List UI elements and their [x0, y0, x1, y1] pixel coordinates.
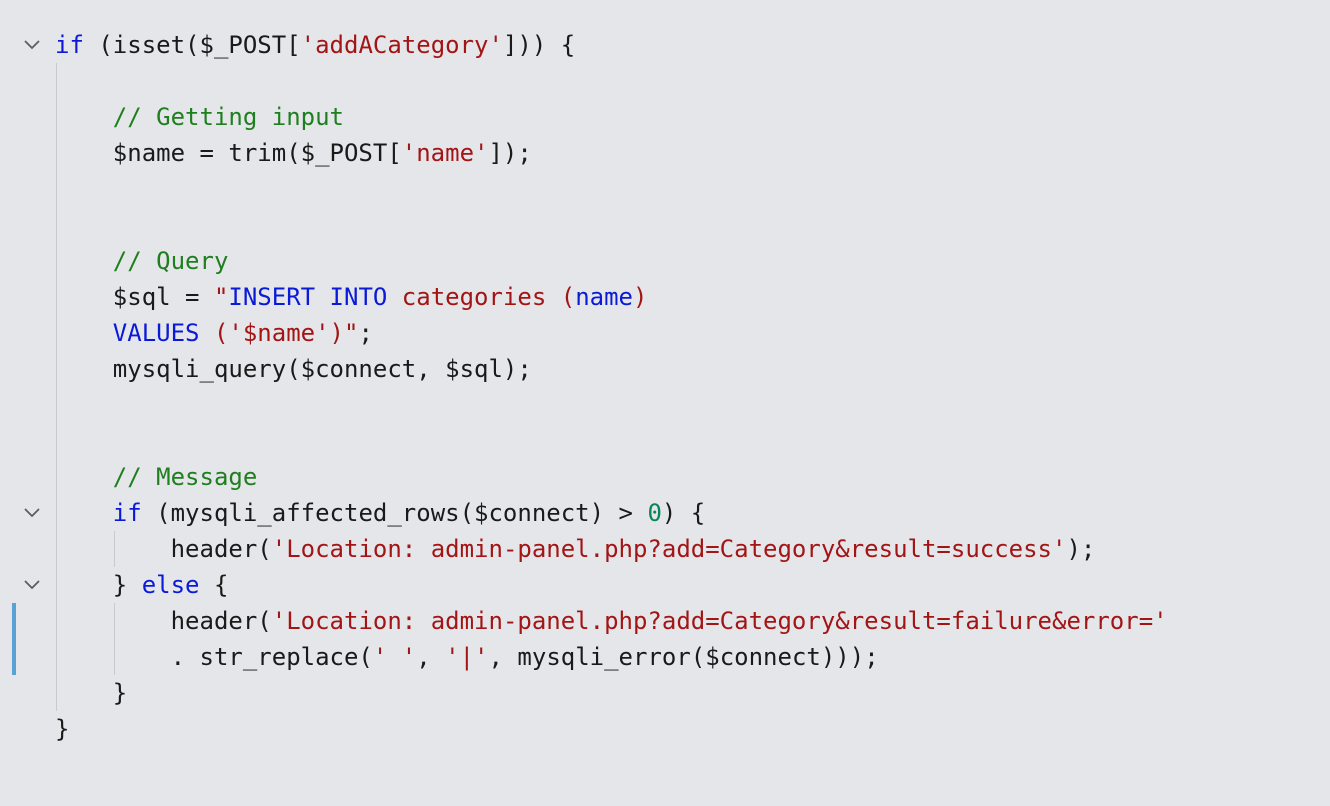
code-token: categories (: [387, 283, 576, 311]
code-token: mysqli_query($connect, $sql);: [55, 355, 532, 383]
code-token: , mysqli_error($connect)));: [488, 643, 879, 671]
code-token: 0: [647, 499, 662, 527]
code-token: (mysqli_affected_rows($connect) >: [141, 499, 648, 527]
code-line-text: header('Location: admin-panel.php?add=Ca…: [55, 531, 1096, 567]
code-token: ' ': [372, 643, 417, 671]
code-line[interactable]: [0, 207, 1330, 243]
code-token: else: [141, 571, 200, 599]
code-token: '|': [445, 643, 489, 671]
code-token: if: [55, 31, 84, 59]
code-line-text: // Query: [55, 243, 229, 279]
code-token: ])) {: [502, 31, 576, 59]
fold-chevron-down-icon[interactable]: [22, 575, 42, 595]
code-line-text: VALUES ('$name')";: [55, 315, 373, 351]
code-token: if: [55, 499, 142, 527]
code-line[interactable]: // Query: [0, 243, 1330, 279]
code-line-text: mysqli_query($connect, $sql);: [55, 351, 532, 387]
code-line[interactable]: [0, 387, 1330, 423]
code-token: {: [199, 571, 229, 599]
code-token: );: [1066, 535, 1096, 563]
code-token: ;: [358, 319, 373, 347]
code-line[interactable]: [0, 423, 1330, 459]
code-line[interactable]: // Message: [0, 459, 1330, 495]
modified-line-marker: [12, 603, 16, 639]
code-line[interactable]: $name = trim($_POST['name']);: [0, 135, 1330, 171]
code-line[interactable]: $sql = "INSERT INTO categories (name): [0, 279, 1330, 315]
code-line-text: $name = trim($_POST['name']);: [55, 135, 532, 171]
code-line[interactable]: [0, 171, 1330, 207]
code-line[interactable]: mysqli_query($connect, $sql);: [0, 351, 1330, 387]
code-token: header(: [55, 535, 272, 563]
code-line-text: header('Location: admin-panel.php?add=Ca…: [55, 603, 1168, 639]
code-line[interactable]: if (mysqli_affected_rows($connect) > 0) …: [0, 495, 1330, 531]
code-line[interactable]: [0, 63, 1330, 99]
modified-line-marker: [12, 639, 16, 675]
code-line-text: if (isset($_POST['addACategory'])) {: [55, 27, 575, 63]
code-token: $sql =: [55, 283, 214, 311]
code-token: $name = trim($_POST[: [55, 139, 402, 167]
code-line[interactable]: }: [0, 675, 1330, 711]
code-token: header(: [55, 607, 272, 635]
code-token: }: [55, 715, 70, 743]
code-token: 'Location: admin-panel.php?add=Category&…: [271, 535, 1067, 563]
code-line[interactable]: }: [0, 711, 1330, 747]
code-token: 'name': [401, 139, 489, 167]
code-token: INSERT INTO: [228, 283, 388, 311]
code-token: ": [213, 283, 229, 311]
code-line[interactable]: } else {: [0, 567, 1330, 603]
code-line-text: if (mysqli_affected_rows($connect) > 0) …: [55, 495, 705, 531]
code-line[interactable]: if (isset($_POST['addACategory'])) {: [0, 27, 1330, 63]
fold-chevron-down-icon[interactable]: [22, 35, 42, 55]
code-line[interactable]: header('Location: admin-panel.php?add=Ca…: [0, 531, 1330, 567]
code-token: // Message: [55, 463, 258, 491]
code-token: // Query: [55, 247, 229, 275]
code-editor[interactable]: if (isset($_POST['addACategory'])) { // …: [0, 0, 1330, 806]
code-line-text: }: [55, 711, 69, 747]
code-line-text: } else {: [55, 567, 229, 603]
code-token: ]);: [488, 139, 532, 167]
code-token: name: [575, 283, 633, 311]
code-token: . str_replace(: [55, 643, 373, 671]
code-line[interactable]: . str_replace(' ', '|', mysqli_error($co…: [0, 639, 1330, 675]
code-token: ('$name')": [199, 319, 359, 347]
code-token: 'addACategory': [300, 31, 503, 59]
code-line[interactable]: VALUES ('$name')";: [0, 315, 1330, 351]
code-token: VALUES: [55, 319, 200, 347]
code-line-text: }: [55, 675, 127, 711]
code-token: ) {: [661, 499, 706, 527]
code-line-text: // Message: [55, 459, 258, 495]
code-line-text: . str_replace(' ', '|', mysqli_error($co…: [55, 639, 879, 675]
code-line-text: // Getting input: [55, 99, 344, 135]
code-token: }: [55, 679, 128, 707]
code-line-text: $sql = "INSERT INTO categories (name): [55, 279, 648, 315]
code-token: 'Location: admin-panel.php?add=Category&…: [271, 607, 1168, 635]
code-token: ): [633, 283, 648, 311]
code-token: ,: [416, 643, 446, 671]
code-line[interactable]: header('Location: admin-panel.php?add=Ca…: [0, 603, 1330, 639]
fold-chevron-down-icon[interactable]: [22, 503, 42, 523]
code-token: // Getting input: [55, 103, 344, 131]
code-token: }: [55, 571, 142, 599]
code-line[interactable]: // Getting input: [0, 99, 1330, 135]
code-token: (isset($_POST[: [83, 31, 301, 59]
